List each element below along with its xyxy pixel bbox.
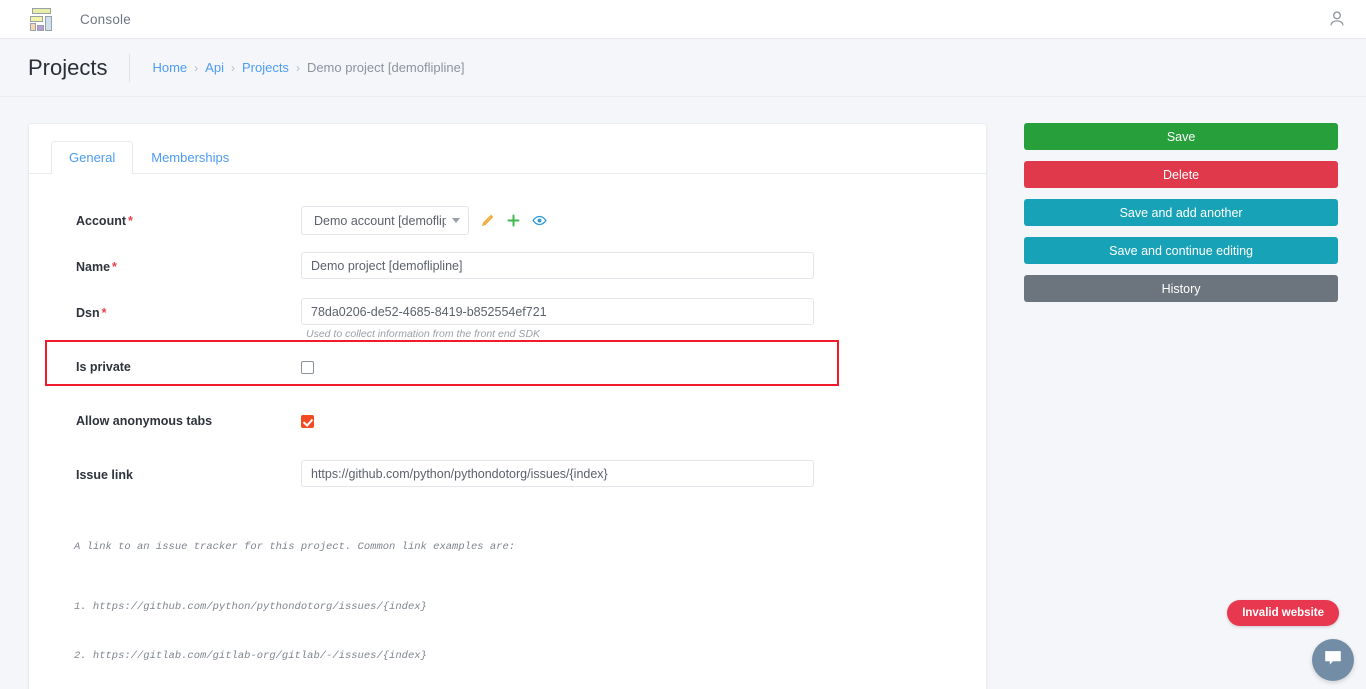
save-button[interactable]: Save — [1024, 123, 1338, 150]
field-account: Demo account [demoflipl... — [301, 206, 986, 235]
label-allow-anonymous-tabs: Allow anonymous tabs — [76, 414, 213, 428]
label-dsn-text: Dsn — [76, 306, 100, 320]
dsn-help-text: Used to collect information from the fro… — [306, 328, 541, 340]
dsn-input[interactable]: 78da0206-de52-4685-8419-b852554ef721 — [301, 298, 814, 325]
action-button-column: Save Delete Save and add another Save an… — [1024, 123, 1338, 302]
issue-link-input[interactable]: https://github.com/python/pythondotorg/i… — [301, 460, 814, 487]
plus-icon[interactable] — [506, 213, 521, 228]
label-name-text: Name — [76, 260, 111, 274]
breadcrumb-separator: › — [230, 60, 235, 75]
required-marker: * — [101, 306, 107, 320]
field-issue-link: https://github.com/python/pythondotorg/i… — [301, 460, 986, 487]
invalid-website-badge[interactable]: Invalid website — [1227, 600, 1339, 626]
tab-memberships[interactable]: Memberships — [133, 141, 247, 174]
breadcrumb-separator: › — [295, 60, 300, 75]
app-root: Console Projects Home › Api › Projects ›… — [0, 0, 1366, 689]
account-select[interactable]: Demo account [demoflipl... — [301, 206, 469, 235]
title-divider — [129, 53, 131, 82]
save-and-add-another-button[interactable]: Save and add another — [1024, 199, 1338, 226]
breadcrumb-item-projects[interactable]: Projects — [242, 60, 289, 75]
tab-bar: General Memberships — [29, 124, 987, 174]
issue-link-help-block: A link to an issue tracker for this proj… — [74, 506, 986, 689]
chat-support-button[interactable] — [1312, 639, 1354, 681]
history-button[interactable]: History — [1024, 275, 1338, 302]
name-input[interactable]: Demo project [demoflipline] — [301, 252, 814, 279]
top-navbar: Console — [0, 0, 1366, 39]
label-is-private: Is private — [76, 360, 131, 374]
form-row-issue-link: Issue link https://github.com/python/pyt… — [29, 460, 986, 494]
form-row-allow-anonymous-tabs: Allow anonymous tabs — [29, 406, 986, 440]
help-intro: A link to an issue tracker for this proj… — [74, 540, 516, 553]
tab-general[interactable]: General — [51, 141, 134, 174]
project-form: Account* Demo account [demoflipl... — [29, 174, 986, 689]
pencil-icon[interactable] — [480, 213, 495, 228]
label-account-text: Account — [76, 214, 126, 228]
account-select-group: Demo account [demoflipl... — [301, 206, 986, 235]
eye-icon[interactable] — [532, 213, 547, 228]
breadcrumb-item-home[interactable]: Home — [152, 60, 187, 75]
brand-area[interactable]: Console — [28, 7, 131, 32]
field-allow-anonymous-tabs — [301, 406, 986, 433]
account-select-value: Demo account [demoflipl... — [314, 213, 446, 228]
is-private-checkbox[interactable] — [301, 361, 314, 374]
field-is-private — [301, 352, 986, 379]
form-row-account: Account* Demo account [demoflipl... — [29, 206, 986, 240]
label-issue-link: Issue link — [76, 468, 133, 482]
project-form-card: General Memberships Account * Demo accoun… — [28, 123, 988, 689]
console-logo-icon — [28, 7, 54, 32]
form-row-name: Name * Demo project [demoflipline] — [29, 252, 986, 286]
breadcrumb: Home › Api › Projects › Demo project [de… — [152, 60, 464, 75]
breadcrumb-item-api[interactable]: Api — [205, 60, 224, 75]
required-marker: * — [128, 214, 133, 228]
chevron-down-icon — [452, 218, 460, 223]
form-row-is-private: Is private — [29, 352, 986, 386]
field-name: Demo project [demoflipline] — [301, 252, 986, 279]
breadcrumb-separator: › — [194, 60, 199, 75]
save-and-continue-editing-button[interactable]: Save and continue editing — [1024, 237, 1338, 264]
delete-button[interactable]: Delete — [1024, 161, 1338, 188]
label-account: Account * — [76, 206, 301, 228]
page-header: Projects Home › Api › Projects › Demo pr… — [0, 39, 1366, 97]
topbar-right — [1326, 8, 1348, 30]
user-account-icon[interactable] — [1326, 8, 1348, 30]
required-marker: * — [112, 260, 117, 274]
label-dsn: Dsn * — [76, 298, 301, 320]
label-name: Name * — [76, 252, 301, 274]
help-example-1: 1. https://github.com/python/pythondotor… — [74, 601, 427, 614]
chat-bubble-icon — [1322, 647, 1344, 674]
breadcrumb-item-current: Demo project [demoflipline] — [306, 60, 465, 75]
help-example-2: 2. https://gitlab.com/gitlab-org/gitlab/… — [74, 650, 427, 663]
form-row-dsn: Dsn * 78da0206-de52-4685-8419-b852554ef72… — [29, 298, 986, 340]
brand-title: Console — [80, 11, 131, 27]
field-dsn: 78da0206-de52-4685-8419-b852554ef721 Use… — [301, 298, 986, 340]
allow-anonymous-tabs-checkbox[interactable] — [301, 415, 314, 428]
page-title: Projects — [28, 54, 108, 80]
main-content: General Memberships Account * Demo accoun… — [0, 97, 1366, 689]
